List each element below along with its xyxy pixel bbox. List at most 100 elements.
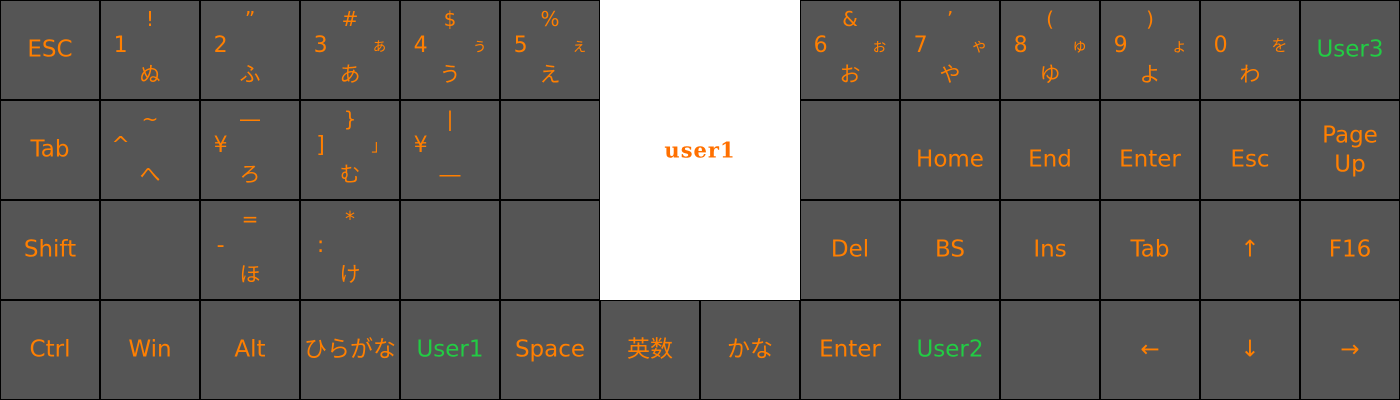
key-label-bottom: け [339,262,361,287]
key-label-center: Space [514,336,586,363]
key-label-top: | [446,106,454,131]
key[interactable]: → [1300,300,1400,400]
key-label-top: # [341,6,359,31]
key-label-center: User3 [1316,36,1384,63]
key[interactable] [1000,300,1100,400]
key[interactable]: User2 [900,300,1000,400]
key-label-left: ] [316,133,325,159]
key-label-center: → [1340,336,1360,363]
key-label-right: ぅ [471,36,488,56]
key[interactable]: Tab [0,100,100,200]
key-label-center: User2 [916,336,984,363]
key[interactable] [500,200,600,300]
key[interactable]: ” 2 ふ [200,0,300,100]
key[interactable]: #3 ぁあ [300,0,400,100]
key-label-center: Ins [1033,236,1067,263]
key-label-center: ↓ [1240,336,1260,363]
key[interactable]: ! 1 ぬ [100,0,200,100]
key-label-top: ! [145,6,155,31]
key-label-left: 4 [413,33,428,59]
key-label-center: End [1028,146,1072,173]
key-label-bottom: お [839,62,861,87]
key[interactable]: Ins [1000,200,1100,300]
key-label-bottom: え [539,62,561,87]
key-label-center: Enter [1119,146,1181,173]
key[interactable]: ) 9 ょよ [1100,0,1200,100]
key[interactable]: かな [700,300,800,400]
key[interactable]: Home [900,100,1000,200]
key[interactable]: = - ほ [200,200,300,300]
key-label-center: 英数 [627,336,673,363]
key-label-top: * [345,206,355,231]
key[interactable]: ひらがな [300,300,400,400]
key[interactable]: User3 [1300,0,1400,100]
key[interactable]: }] 」む [300,100,400,200]
key[interactable]: BS [900,200,1000,300]
key-label-center: ← [1140,336,1160,363]
key-label-left: 7 [913,33,928,59]
key[interactable]: Enter [800,300,900,400]
key-label-center: Shift [23,236,77,263]
key-label-left: 1 [113,33,128,59]
key[interactable]: (8 ゅゆ [1000,0,1100,100]
key-label-bottom: わ [1239,62,1261,87]
key-label-left: ¥ [413,133,428,159]
key-label-top: ― [240,106,260,131]
key-label-top: ’ [946,6,954,31]
key[interactable]: | ¥ ― [400,100,500,200]
key-label-center: Del [830,236,870,263]
key-label-center: Esc [1230,146,1270,173]
key[interactable] [500,100,600,200]
key-label-top: $ [443,6,457,31]
key[interactable]: % 5 ぇえ [500,0,600,100]
key[interactable]: F16 [1300,200,1400,300]
key[interactable]: ESC [0,0,100,100]
key-label-top: % [540,6,560,31]
key[interactable]: 英数 [600,300,700,400]
key[interactable]: Tab [1100,200,1200,300]
key[interactable] [100,200,200,300]
key-label-left: ^ [111,133,130,159]
key[interactable]: End [1000,100,1100,200]
key-label-left: - [216,233,225,259]
key[interactable]: Win [100,300,200,400]
key[interactable]: ― ¥ ろ [200,100,300,200]
key[interactable]: Shift [0,200,100,300]
key[interactable]: Alt [200,300,300,400]
key[interactable] [400,200,500,300]
key[interactable]: Esc [1200,100,1300,200]
key[interactable]: Enter [1100,100,1200,200]
key[interactable]: $4 ぅう [400,0,500,100]
key[interactable]: Page Up [1300,100,1400,200]
key-label-right: 」 [371,136,388,156]
key[interactable]: User1 [400,300,500,400]
key-label-top: = [241,206,259,231]
key-label-top: ” [244,6,256,31]
key-label-left: 9 [1113,33,1128,59]
key[interactable]: ↑ [1200,200,1300,300]
key[interactable]: Ctrl [0,300,100,400]
key-label-center: Alt [234,336,266,363]
key-label-bottom: よ [1139,62,1161,87]
key[interactable]: ’ 7 ゃや [900,0,1000,100]
key-label-bottom: ぬ [139,62,161,87]
key[interactable]: Space [500,300,600,400]
key[interactable]: ← [1100,300,1200,400]
key-label-center: Home [916,146,984,173]
key-label-bottom: ゆ [1039,62,1061,87]
key-label-top: & [842,6,858,31]
key[interactable] [800,100,900,200]
key-label-right: ぇ [571,36,588,56]
key[interactable]: *: け [300,200,400,300]
key[interactable]: & 6 ぉお [800,0,900,100]
key-label-bottom: や [939,62,961,87]
key[interactable]: ~ ^ へ [100,100,200,200]
key-label-center: Enter [819,336,881,363]
key-label-center: ↑ [1240,236,1260,263]
key-label-top: ~ [141,106,159,131]
key[interactable]: Del [800,200,900,300]
key-label-bottom: ろ [239,162,261,187]
key[interactable]: 0 をわ [1200,0,1300,100]
key[interactable]: ↓ [1200,300,1300,400]
key-label-bottom: ― [439,162,461,187]
